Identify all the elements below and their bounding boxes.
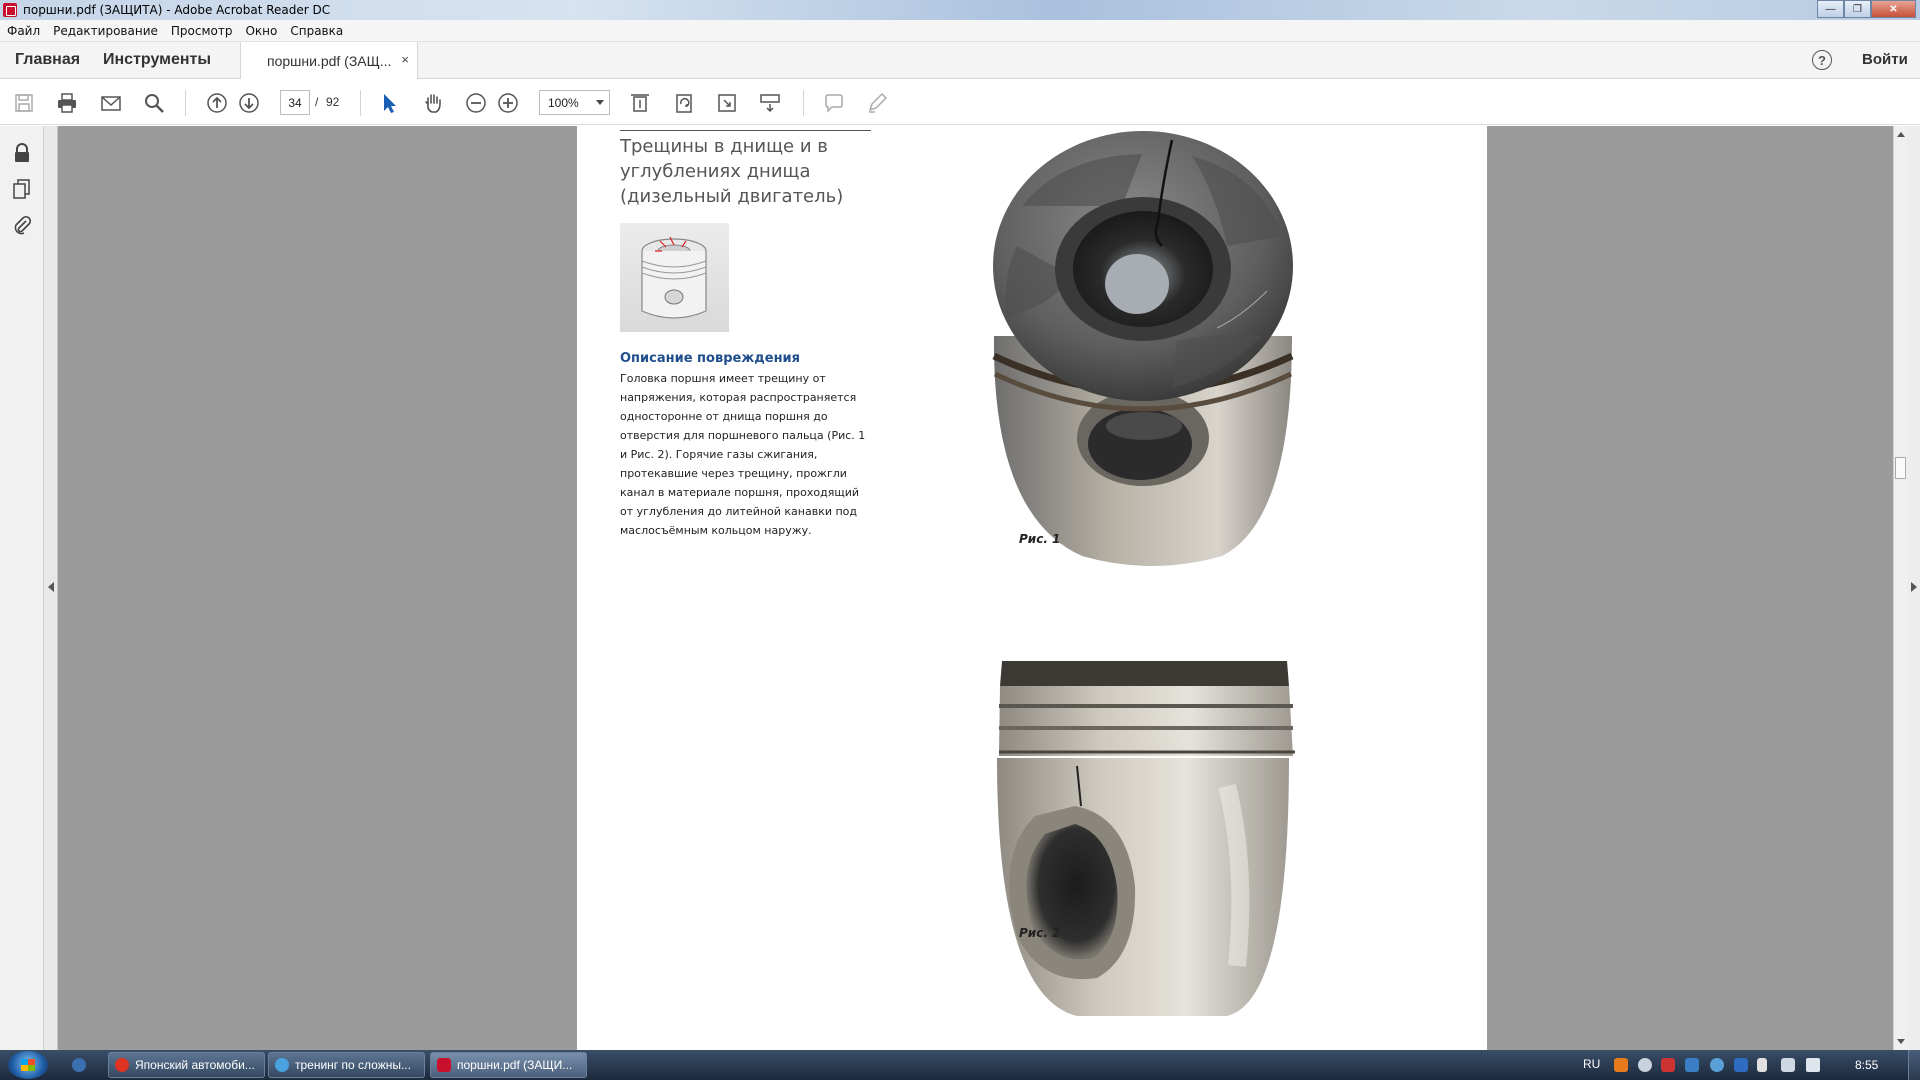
flag-icon[interactable] [1757, 1058, 1767, 1072]
signin-link[interactable]: Войти [1862, 51, 1908, 68]
page-separator: / [315, 95, 319, 109]
tab-tools[interactable]: Инструменты [103, 51, 211, 69]
volume-icon[interactable] [1806, 1058, 1820, 1072]
tray-antivirus-icon[interactable] [1661, 1058, 1675, 1072]
taskbar-item-presentation-label: тренинг по сложны... [295, 1058, 411, 1072]
opera-icon [115, 1058, 129, 1072]
page-number-input[interactable]: 34 [280, 90, 310, 115]
figure-2-piston-side-photo [897, 606, 1417, 1046]
email-icon[interactable] [99, 91, 123, 115]
figure-2-caption: Рис. 2 [1019, 926, 1061, 940]
taskbar-item-acrobat[interactable]: поршни.pdf (ЗАЩИ... [430, 1052, 587, 1078]
language-indicator[interactable]: RU [1583, 1057, 1600, 1071]
tab-home[interactable]: Главная [15, 51, 80, 69]
hand-tool-icon[interactable] [421, 91, 445, 115]
scroll-down-icon[interactable] [1897, 1039, 1905, 1044]
title-bar: поршни.pdf (ЗАЩИТА) - Adobe Acrobat Read… [0, 0, 1920, 20]
document-view[interactable]: Трещины в днище и в углублениях днища (д… [58, 126, 1893, 1050]
figure-1-piston-top-photo [962, 126, 1342, 566]
menu-help[interactable]: Справка [290, 24, 343, 38]
left-pane-toggle[interactable] [44, 126, 58, 1050]
tab-bar: Главная Инструменты поршни.pdf (ЗАЩ... ×… [0, 42, 1920, 79]
full-screen-icon[interactable] [715, 91, 739, 115]
acrobat-icon [437, 1058, 451, 1072]
rotate-page-icon[interactable] [672, 91, 696, 115]
zoom-level-select[interactable]: 100% [539, 90, 610, 115]
tray-app-icon[interactable] [1614, 1058, 1628, 1072]
pdf-page: Трещины в днище и в углублениях днища (д… [577, 126, 1487, 1050]
taskbar-item-browser[interactable]: Японский автомоби... [108, 1052, 265, 1078]
piston-diagram-image [620, 223, 729, 332]
taskbar-item-acrobat-label: поршни.pdf (ЗАЩИ... [457, 1058, 573, 1072]
scroll-up-icon[interactable] [1897, 132, 1905, 137]
menu-edit[interactable]: Редактирование [53, 24, 158, 38]
zoom-in-icon[interactable] [496, 91, 520, 115]
tab-document[interactable]: поршни.pdf (ЗАЩ... × [240, 42, 418, 79]
menu-file[interactable]: Файл [7, 24, 40, 38]
previous-page-icon[interactable] [205, 91, 229, 115]
ie-icon[interactable] [72, 1058, 86, 1072]
lock-icon[interactable] [11, 142, 33, 164]
page-total: 92 [326, 95, 340, 109]
scrollbar-thumb[interactable] [1895, 457, 1906, 479]
tray-globe-icon[interactable] [1710, 1058, 1724, 1072]
close-window-button[interactable]: ✕ [1871, 0, 1916, 18]
toolbar: 34 / 92 100% [0, 80, 1920, 125]
start-button[interactable] [8, 1051, 48, 1079]
navigation-pane [0, 126, 44, 1050]
save-icon[interactable] [12, 91, 36, 115]
taskbar-item-browser-label: Японский автомоби... [135, 1058, 255, 1072]
figure-1-caption: Рис. 1 [1019, 532, 1061, 546]
vertical-scrollbar[interactable] [1893, 126, 1907, 1050]
zoom-level-value: 100% [548, 95, 579, 110]
collapse-left-icon [48, 582, 54, 592]
maximize-button[interactable]: ❐ [1844, 0, 1871, 18]
menu-bar: Файл Редактирование Просмотр Окно Справк… [0, 20, 1920, 42]
minimize-button[interactable]: — [1817, 0, 1844, 18]
right-pane-toggle[interactable] [1907, 126, 1920, 1050]
highlight-pen-icon[interactable] [865, 91, 889, 115]
search-icon[interactable] [142, 91, 166, 115]
next-page-icon[interactable] [237, 91, 261, 115]
help-icon[interactable]: ? [1812, 50, 1832, 70]
read-mode-icon[interactable] [758, 91, 782, 115]
comment-icon[interactable] [822, 91, 846, 115]
tray-monitor-icon[interactable] [1734, 1058, 1748, 1072]
tab-document-label: поршни.pdf (ЗАЩ... [267, 52, 392, 69]
window-title: поршни.pdf (ЗАЩИТА) - Adobe Acrobat Read… [23, 3, 331, 17]
network-icon[interactable] [1781, 1058, 1795, 1072]
expand-right-icon [1911, 582, 1917, 592]
menu-view[interactable]: Просмотр [171, 24, 233, 38]
damage-description-text: Головка поршня имеет трещину от напряжен… [620, 372, 866, 537]
select-cursor-icon[interactable] [378, 91, 402, 115]
chevron-down-icon [596, 100, 604, 105]
damage-description-title: Описание повреждения [620, 351, 801, 366]
taskbar-item-presentation[interactable]: тренинг по сложны... [268, 1052, 425, 1078]
windows-taskbar: Японский автомоби... тренинг по сложны..… [0, 1050, 1920, 1080]
acrobat-app-icon [3, 3, 17, 17]
page-thumbnails-icon[interactable] [11, 178, 33, 200]
print-icon[interactable] [55, 91, 79, 115]
fit-page-icon[interactable] [628, 91, 652, 115]
tray-shield-icon[interactable] [1685, 1058, 1699, 1072]
close-tab-icon[interactable]: × [401, 52, 409, 67]
show-desktop-button[interactable] [1908, 1050, 1920, 1080]
attachment-icon[interactable] [11, 214, 33, 236]
zoom-out-icon[interactable] [464, 91, 488, 115]
window-controls: — ❐ ✕ [1817, 0, 1916, 18]
document-icon [275, 1058, 289, 1072]
menu-window[interactable]: Окно [245, 24, 277, 38]
clock[interactable]: 8:55 [1855, 1058, 1878, 1072]
page-heading: Трещины в днище и в углублениях днища (д… [620, 136, 844, 207]
heading-rule [620, 130, 871, 131]
tray-link-icon[interactable] [1638, 1058, 1652, 1072]
